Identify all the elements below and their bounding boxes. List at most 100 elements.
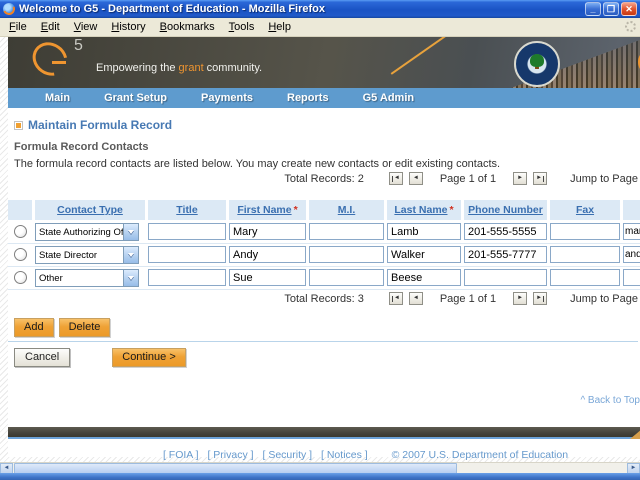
- g5-logo-bar: [52, 61, 66, 64]
- close-button[interactable]: ✕: [621, 2, 637, 16]
- row1-first-name-input[interactable]: [229, 223, 306, 240]
- prev-page-button[interactable]: ◄: [408, 172, 423, 185]
- menu-help[interactable]: Help: [261, 19, 298, 35]
- header-phone[interactable]: Phone Number: [468, 204, 543, 216]
- table-row: [8, 243, 32, 266]
- next-page-button[interactable]: ►: [513, 292, 528, 305]
- window-title: Welcome to G5 - Department of Education …: [19, 3, 325, 15]
- jump-to-page-label: Jump to Page: [570, 172, 638, 185]
- footer-banner: [8, 427, 640, 439]
- banner-diagonal-line: [390, 37, 450, 75]
- tagline-post: community.: [203, 62, 263, 74]
- row3-email-input[interactable]: [623, 269, 640, 286]
- next-page-button[interactable]: ►: [513, 172, 528, 185]
- row3-fax-input[interactable]: [550, 269, 620, 286]
- delete-button[interactable]: Delete: [58, 318, 111, 337]
- section-heading: Formula Record Contacts: [14, 141, 149, 153]
- header-first-name[interactable]: First Name: [237, 204, 291, 216]
- row-divider: [8, 243, 640, 244]
- nav-reports[interactable]: Reports: [287, 92, 329, 104]
- chevron-down-icon[interactable]: [123, 223, 138, 240]
- table-row: [8, 266, 32, 289]
- contacts-table: Contact Type Title First Name * M.I. Last…: [8, 200, 640, 289]
- menu-history[interactable]: History: [104, 19, 152, 35]
- first-page-button[interactable]: ◄: [388, 172, 403, 185]
- row1-radio[interactable]: [13, 225, 27, 238]
- row1-email-input[interactable]: [623, 223, 640, 240]
- cancel-button[interactable]: Cancel: [14, 348, 71, 367]
- firefox-icon: [3, 3, 15, 15]
- row2-contact-type-select[interactable]: State Director: [35, 245, 139, 264]
- row2-last-name-input[interactable]: [387, 246, 461, 263]
- page-indicator: Page 1 of 1: [439, 172, 497, 185]
- g5-banner: 5 Empowering the grant community.: [8, 37, 640, 88]
- row2-email-input[interactable]: [623, 246, 640, 263]
- row3-title-input[interactable]: [148, 269, 226, 286]
- header-last-name[interactable]: Last Name: [394, 204, 447, 216]
- g5-logo-icon: [26, 37, 74, 83]
- row3-phone-input[interactable]: [464, 269, 547, 286]
- row2-phone-input[interactable]: [464, 246, 547, 263]
- menu-view[interactable]: View: [67, 19, 105, 35]
- page-indicator: Page 1 of 1: [439, 292, 497, 305]
- row3-contact-type-value: Other: [39, 272, 63, 284]
- nav-payments[interactable]: Payments: [201, 92, 253, 104]
- education-seal-icon: [514, 41, 560, 87]
- row2-first-name-input[interactable]: [229, 246, 306, 263]
- menu-file[interactable]: File: [2, 19, 34, 35]
- back-to-top-link[interactable]: ^ Back to Top: [560, 395, 640, 406]
- header-mi[interactable]: M.I.: [338, 204, 356, 216]
- menu-bookmarks[interactable]: Bookmarks: [153, 19, 222, 35]
- throbber-icon: [625, 21, 636, 32]
- menu-edit[interactable]: Edit: [34, 19, 67, 35]
- nav-main[interactable]: Main: [45, 92, 70, 104]
- nav-g5-admin[interactable]: G5 Admin: [363, 92, 415, 104]
- header-select-column: [8, 200, 32, 220]
- nav-grant-setup[interactable]: Grant Setup: [104, 92, 167, 104]
- row2-mi-input[interactable]: [309, 246, 384, 263]
- continue-button[interactable]: Continue >: [112, 348, 186, 367]
- row1-title-input[interactable]: [148, 223, 226, 240]
- row2-radio[interactable]: [13, 248, 27, 261]
- row1-phone-input[interactable]: [464, 223, 547, 240]
- row1-last-name-input[interactable]: [387, 223, 461, 240]
- chevron-down-icon[interactable]: [123, 269, 138, 286]
- instructions-text: The formula record contacts are listed b…: [14, 158, 501, 170]
- required-marker: *: [293, 204, 298, 216]
- tagline-accent: grant: [178, 62, 204, 74]
- header-fax[interactable]: Fax: [576, 204, 594, 216]
- section-divider: [8, 341, 638, 342]
- maximize-button[interactable]: ❐: [603, 2, 619, 16]
- prev-page-button[interactable]: ◄: [408, 292, 423, 305]
- total-records-label: Total Records: 3: [284, 292, 364, 305]
- row3-last-name-input[interactable]: [387, 269, 461, 286]
- security-link[interactable]: [ Security ]: [262, 449, 312, 461]
- row1-mi-input[interactable]: [309, 223, 384, 240]
- privacy-link[interactable]: [ Privacy ]: [207, 449, 253, 461]
- last-page-button[interactable]: ►: [533, 292, 548, 305]
- row3-mi-input[interactable]: [309, 269, 384, 286]
- add-button[interactable]: Add: [14, 318, 54, 337]
- menu-tools[interactable]: Tools: [222, 19, 262, 35]
- header-email-cut: [623, 200, 640, 220]
- total-records-label: Total Records: 2: [284, 172, 364, 185]
- page-title-bullet-icon: [14, 120, 23, 130]
- browser-window: Welcome to G5 - Department of Education …: [0, 0, 640, 480]
- row2-fax-input[interactable]: [550, 246, 620, 263]
- row3-first-name-input[interactable]: [229, 269, 306, 286]
- header-title[interactable]: Title: [176, 204, 197, 216]
- row1-fax-input[interactable]: [550, 223, 620, 240]
- header-contact-type[interactable]: Contact Type: [57, 204, 123, 216]
- row3-contact-type-select[interactable]: Other: [35, 268, 139, 287]
- minimize-button[interactable]: _: [585, 2, 601, 16]
- row3-radio[interactable]: [13, 271, 27, 284]
- notices-link[interactable]: [ Notices ]: [321, 449, 368, 461]
- row1-contact-type-select[interactable]: State Authorizing Official: [35, 222, 139, 241]
- row2-title-input[interactable]: [148, 246, 226, 263]
- chevron-down-icon[interactable]: [123, 246, 138, 263]
- foia-link[interactable]: [ FOIA ]: [163, 449, 199, 461]
- first-page-button[interactable]: ◄: [388, 292, 403, 305]
- last-page-button[interactable]: ►: [533, 172, 548, 185]
- row-divider: [8, 266, 640, 267]
- horizontal-scrollbar[interactable]: ◄ ►: [0, 462, 640, 474]
